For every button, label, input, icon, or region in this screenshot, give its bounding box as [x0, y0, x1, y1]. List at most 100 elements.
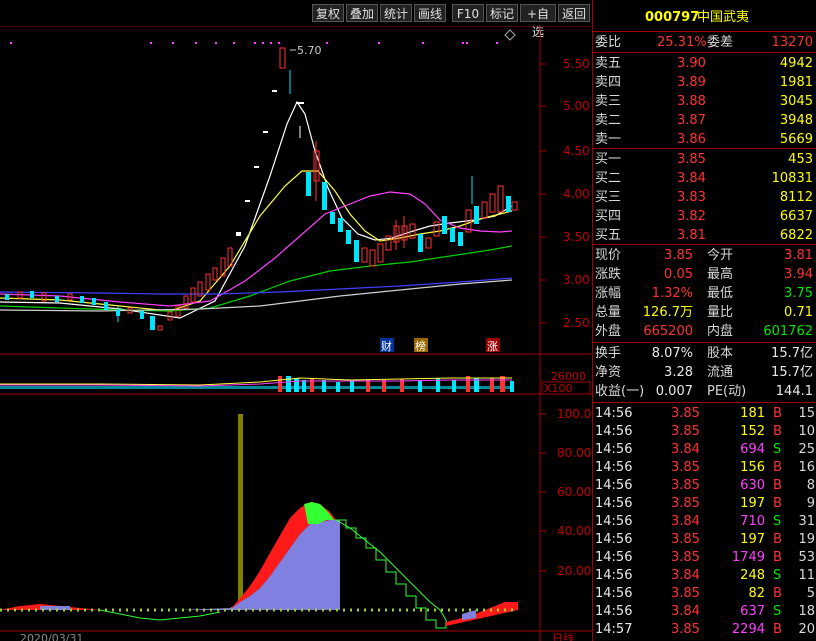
tick-count: 31: [798, 514, 815, 529]
bid-row[interactable]: 买四 3.82 6637: [593, 207, 816, 226]
ask-row[interactable]: 卖一 3.86 5669: [593, 130, 816, 149]
tick-row[interactable]: 14:56 3.84 694 S 25: [593, 440, 816, 459]
bid-row[interactable]: 买三 3.83 8112: [593, 188, 816, 207]
bid-row[interactable]: 买五 3.81 6822: [593, 226, 816, 245]
ask-row[interactable]: 卖五 3.90 4942: [593, 54, 816, 73]
tick-row[interactable]: 14:56 3.85 152 B 10: [593, 422, 816, 441]
order-ratio-row: 委比 25.31% 委差 13270: [593, 33, 816, 52]
ask-price: 3.90: [677, 56, 706, 71]
bid-label: 买一: [595, 152, 622, 167]
tick-side: S: [773, 604, 782, 619]
tick-side: B: [773, 406, 782, 421]
tick-row[interactable]: 14:56 3.85 197 B 19: [593, 530, 816, 549]
candlesticks: [5, 47, 518, 331]
tick-row[interactable]: 14:56 3.84 248 S 11: [593, 566, 816, 585]
ask-row[interactable]: 卖三 3.88 3045: [593, 92, 816, 111]
bid-label: 买五: [595, 228, 622, 243]
tick-price: 3.85: [671, 460, 700, 475]
tick-row[interactable]: 14:56 3.85 197 B 9: [593, 494, 816, 513]
tick-row[interactable]: 14:56 3.84 637 S 18: [593, 602, 816, 621]
tick-row[interactable]: 14:56 3.85 630 B 8: [593, 476, 816, 495]
tick-volume: 152: [740, 424, 765, 439]
f10-button[interactable]: F10: [452, 4, 484, 22]
fundamental-row[interactable]: 收益(一) 0.007 PE(动) 144.1: [593, 382, 816, 401]
stat-row[interactable]: 外盘 665200 内盘 601762: [593, 322, 816, 341]
quote-panel: 000797 中国武夷 委比 25.31% 委差 13270 卖五 3.90 494…: [592, 0, 816, 641]
event-tag-ranking[interactable]: 榜: [415, 339, 426, 353]
tick-count: 10: [798, 424, 815, 439]
chart-area[interactable]: 5.50 5.00 4.50 4.00 3.50 3.00 2.50 5.70: [0, 26, 592, 641]
tick-row[interactable]: 14:56 3.85 82 B 5: [593, 584, 816, 603]
tick-volume: 694: [740, 442, 765, 457]
price-tick: 2.50: [563, 316, 590, 330]
ask-volume: 1981: [779, 75, 813, 90]
statistics-button[interactable]: 统计: [380, 4, 412, 22]
bid-price: 3.85: [677, 152, 706, 167]
back-button[interactable]: 返回: [558, 4, 590, 22]
tick-side: B: [773, 496, 782, 511]
tick-price: 3.85: [671, 550, 700, 565]
stat-row[interactable]: 现价 3.85 今开 3.81: [593, 246, 816, 265]
fundamental-label: 股本: [707, 346, 734, 361]
volume-bars: [0, 376, 514, 392]
tick-time: 14:56: [595, 496, 633, 511]
tick-volume: 1749: [731, 550, 765, 565]
stat-label: 内盘: [707, 324, 734, 339]
order-ratio-label: 委比: [595, 35, 622, 50]
stat-row[interactable]: 涨跌 0.05 最高 3.94: [593, 265, 816, 284]
stat-value: 601762: [763, 324, 813, 339]
tick-price: 3.85: [671, 478, 700, 493]
ask-row[interactable]: 卖四 3.89 1981: [593, 73, 816, 92]
tick-row[interactable]: 14:57 3.85 2294 B 20: [593, 620, 816, 639]
stat-label: 最高: [707, 267, 734, 282]
tick-price: 3.85: [671, 622, 700, 637]
mark-button[interactable]: 标记: [486, 4, 518, 22]
ask-volume: 3948: [779, 113, 813, 128]
stat-label: 涨跌: [595, 267, 622, 282]
fundamental-row[interactable]: 净资 3.28 流通 15.7亿: [593, 363, 816, 382]
tick-price: 3.85: [671, 586, 700, 601]
tick-volume: 2294: [731, 622, 765, 637]
stat-label: 总量: [595, 305, 622, 320]
bid-price: 3.81: [677, 228, 706, 243]
tick-price: 3.84: [671, 604, 700, 619]
tick-count: 25: [798, 442, 815, 457]
tick-time: 14:56: [595, 460, 633, 475]
stock-name: 中国武夷: [697, 10, 750, 25]
bid-row[interactable]: 买一 3.85 453: [593, 150, 816, 169]
ask-row[interactable]: 卖二 3.87 3948: [593, 111, 816, 130]
fundamental-value: 0.007: [655, 384, 693, 399]
stat-row[interactable]: 涨幅 1.32% 最低 3.75: [593, 284, 816, 303]
ask-price: 3.89: [677, 75, 706, 90]
indicator-tick: 100.0: [557, 407, 591, 421]
tick-side: S: [773, 568, 782, 583]
draw-line-button[interactable]: 画线: [414, 4, 446, 22]
tick-side: B: [773, 550, 782, 565]
event-tag-limit-up[interactable]: 涨: [487, 340, 498, 353]
event-tag-finance[interactable]: 财: [381, 339, 392, 353]
order-diff-label: 委差: [707, 35, 734, 50]
stat-value: 0.71: [784, 305, 813, 320]
stat-row[interactable]: 总量 126.7万 量比 0.71: [593, 303, 816, 322]
bid-label: 买四: [595, 209, 622, 224]
fuquan-button[interactable]: 复权: [312, 4, 344, 22]
tick-time: 14:56: [595, 586, 633, 601]
tick-side: B: [773, 532, 782, 547]
stock-header: 000797 中国武夷: [593, 8, 816, 27]
tick-row[interactable]: 14:56 3.85 156 B 16: [593, 458, 816, 477]
fundamental-row[interactable]: 换手 8.07% 股本 15.7亿: [593, 344, 816, 363]
bid-price: 3.84: [677, 171, 706, 186]
indicator-axis: 100.0 80.00 60.00 40.00 20.00: [540, 407, 591, 578]
bid-row[interactable]: 买二 3.84 10831: [593, 169, 816, 188]
overlay-button[interactable]: 叠加: [346, 4, 378, 22]
diamond-icon[interactable]: [504, 29, 516, 41]
add-watchlist-button[interactable]: +自选: [520, 4, 556, 39]
bid-price: 3.82: [677, 209, 706, 224]
tick-row[interactable]: 14:56 3.85 181 B 15: [593, 404, 816, 423]
tick-row[interactable]: 14:56 3.85 1749 B 53: [593, 548, 816, 567]
price-tick: 4.50: [563, 144, 590, 158]
fundamental-value: 3.28: [664, 365, 693, 380]
bid-label: 买三: [595, 190, 622, 205]
tick-side: B: [773, 478, 782, 493]
tick-row[interactable]: 14:56 3.84 710 S 31: [593, 512, 816, 531]
